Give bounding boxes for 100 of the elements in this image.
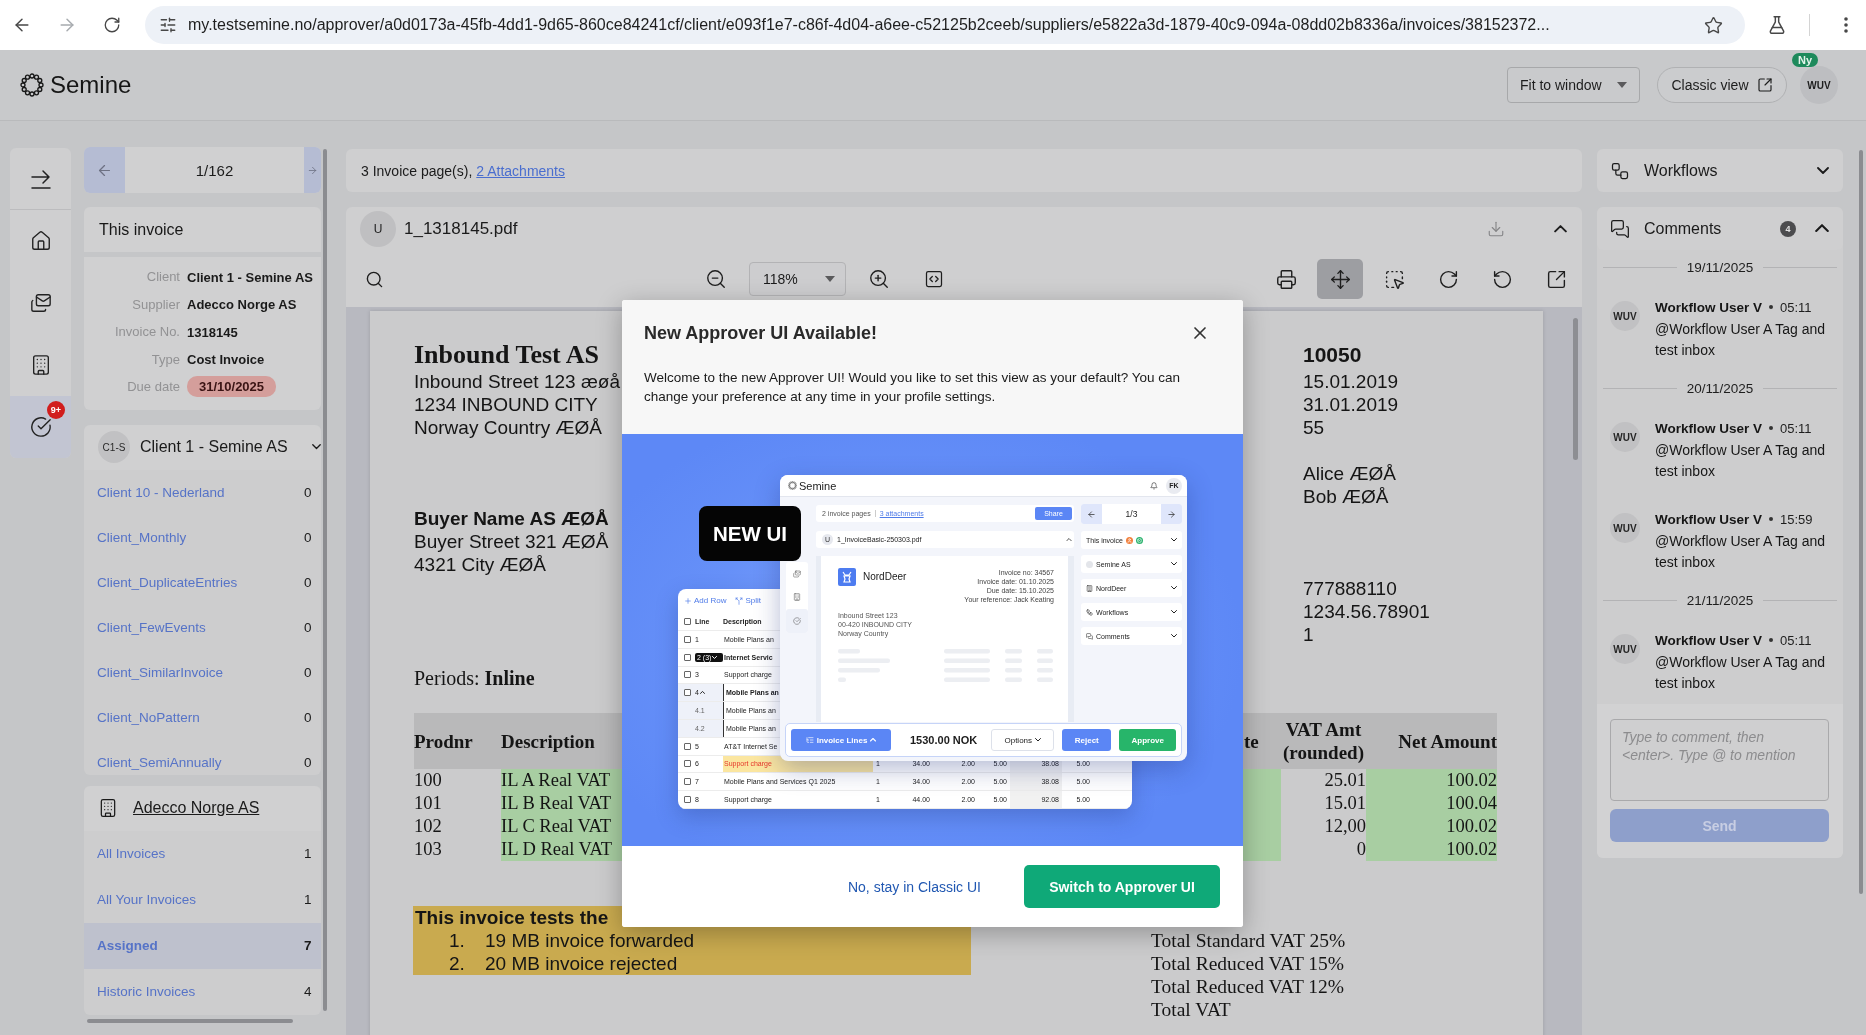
classic-view-button[interactable]: Classic view xyxy=(1657,67,1787,103)
checkbox[interactable] xyxy=(684,653,691,661)
page-count-text: 3 Invoice page(s), xyxy=(361,162,473,179)
checkbox[interactable] xyxy=(684,796,691,804)
address-line: Norway Country ÆØÅ xyxy=(414,416,602,439)
folder-item[interactable]: Client_NoPattern 0 xyxy=(84,694,321,740)
table-cell: IL C Real VAT xyxy=(501,815,622,838)
arrow-right-icon xyxy=(307,164,318,176)
notification-badge: 9+ xyxy=(47,401,65,419)
folder-item[interactable]: All Your Invoices 1 xyxy=(84,876,321,923)
folder-item[interactable]: Historic Invoices 4 xyxy=(84,968,321,1015)
supplier-link[interactable]: Adecco Norge AS xyxy=(133,799,260,817)
folder-item[interactable]: Assigned 7 xyxy=(84,922,321,969)
client-header[interactable]: C1-S Client 1 - Semine AS xyxy=(84,424,321,470)
checkbox[interactable] xyxy=(684,760,691,768)
vertical-scrollbar[interactable] xyxy=(1573,318,1578,460)
chevron-down-icon xyxy=(1171,562,1177,566)
stay-classic-link[interactable]: No, stay in Classic UI xyxy=(847,874,981,899)
account-detail: 1234.56.78901 xyxy=(1303,600,1430,623)
checkbox[interactable] xyxy=(684,671,691,679)
checkbox[interactable] xyxy=(684,742,691,750)
contact-name: Alice ÆØÅ xyxy=(1303,462,1396,485)
field-value: 1318145 xyxy=(187,324,238,340)
section-header[interactable]: This invoice xyxy=(84,207,321,252)
folder-item[interactable]: Client_DuplicateEntries 0 xyxy=(84,559,321,605)
chevron-down-icon xyxy=(1171,634,1177,638)
vertical-scrollbar[interactable] xyxy=(1859,150,1863,894)
rotate-right-icon xyxy=(1437,268,1459,290)
total-label: Total Reduced VAT 12% xyxy=(1151,975,1345,998)
home-icon xyxy=(29,230,52,252)
date-label: 20/11/2025 xyxy=(1686,380,1754,396)
checkbox[interactable] xyxy=(684,617,691,625)
dot-separator-icon xyxy=(1769,305,1774,309)
checkbox[interactable] xyxy=(684,778,691,786)
logo-icon xyxy=(788,481,797,490)
address-line: Inbound Street 123 æøå xyxy=(414,370,620,393)
due-date-badge: 31/10/2025 xyxy=(187,376,277,398)
vertical-scrollbar[interactable] xyxy=(323,149,327,1011)
invoice-detail: 31.01.2019 xyxy=(1303,393,1399,416)
pan-tool-button[interactable] xyxy=(1317,259,1363,299)
fit-select[interactable]: Fit to window xyxy=(1507,67,1640,103)
list-icon xyxy=(805,736,814,744)
table-cell: 100.02 xyxy=(1366,769,1497,792)
chevron-down-icon xyxy=(1171,586,1177,590)
split-button[interactable]: Split xyxy=(735,596,762,605)
rotate-left-icon xyxy=(1491,268,1513,290)
folder-item[interactable]: Client_FewEvents 0 xyxy=(84,604,321,650)
invoice-detail: 15.01.2019 xyxy=(1303,370,1399,393)
table-cell-text: 101 xyxy=(414,792,443,815)
checkbox[interactable] xyxy=(684,689,691,697)
options-button[interactable]: Options xyxy=(991,729,1055,751)
approvals-nav-item[interactable]: 9+ xyxy=(10,396,71,458)
table-cell-text: 100 xyxy=(414,769,443,792)
zoom-select[interactable]: 118% xyxy=(749,262,846,296)
client-avatar-icon xyxy=(1086,560,1093,568)
search-icon xyxy=(364,269,384,289)
folder-item[interactable]: All Invoices 1 xyxy=(84,830,321,877)
user-avatar: WUV xyxy=(1610,513,1640,543)
comment-author: Workflow User V xyxy=(1655,420,1763,436)
comment-input[interactable]: Type to comment, then <enter>. Type @ to mention xyxy=(1610,719,1829,801)
folder-item[interactable]: Client_SimilarInvoice 0 xyxy=(84,649,321,695)
field-label: Client xyxy=(146,269,180,285)
field-label: Invoice No. xyxy=(114,324,180,340)
horizontal-scrollbar[interactable] xyxy=(87,1018,293,1023)
periods-text: Periods: Inline xyxy=(414,666,535,690)
zoom-in-icon xyxy=(868,268,890,290)
table-cell xyxy=(1243,838,1281,861)
checkbox[interactable] xyxy=(684,635,691,643)
contact-name: Bob ÆØÅ xyxy=(1303,485,1389,508)
address-field[interactable]: my.testsemine.no/approver/a0d0173a-45fb-4dd1-9d65-860ce84241cf/client/e093f1e7-c86f-4d04-a6ee-c52125b2ceeb/suppliers/e5822a3d-1879-40c9-094a-08dd02b8336a/invoices/38152372... xyxy=(145,6,1745,44)
table-cell: 100.04 xyxy=(1366,792,1497,815)
arrow-left-icon xyxy=(1087,509,1096,519)
add-row-button[interactable]: Add Row xyxy=(684,596,727,605)
external-link-icon xyxy=(1545,268,1567,290)
check-circle-icon xyxy=(29,416,52,438)
workflows-header[interactable]: Workflows xyxy=(1597,149,1843,192)
list-marker: 1. xyxy=(449,929,466,952)
split-icon xyxy=(735,596,744,605)
folder-item[interactable]: Client_Monthly 0 xyxy=(84,514,321,560)
address-line: Buyer Street 321 ÆØÅ xyxy=(414,530,609,553)
section-title: Workflows xyxy=(1644,161,1718,180)
field-value: Cost Invoice xyxy=(187,352,265,368)
folder-item[interactable]: Client_SemiAnnually 0 xyxy=(84,739,321,775)
area-select-icon xyxy=(1383,268,1405,290)
chevron-down-icon xyxy=(1171,610,1177,614)
field-label: Due date xyxy=(127,379,180,395)
folder-item[interactable]: Client 10 - Nederland 0 xyxy=(84,469,321,515)
chevron-up-icon xyxy=(699,691,705,695)
check-circle-icon xyxy=(793,617,801,625)
table-cell-text: 12,00 xyxy=(1323,815,1366,838)
fit-width-icon xyxy=(924,269,944,289)
account-detail: 1 xyxy=(1303,623,1314,646)
chevron-icon xyxy=(312,444,321,450)
invoice-detail: 55 xyxy=(1303,416,1325,439)
table-cell: IL B Real VAT xyxy=(501,792,622,815)
new-badge: Ny xyxy=(1792,53,1819,67)
user-avatar[interactable]: WUV xyxy=(1800,66,1838,104)
user-avatar: WUV xyxy=(1610,634,1640,664)
printer-icon xyxy=(1275,268,1297,290)
building-icon xyxy=(793,593,801,602)
